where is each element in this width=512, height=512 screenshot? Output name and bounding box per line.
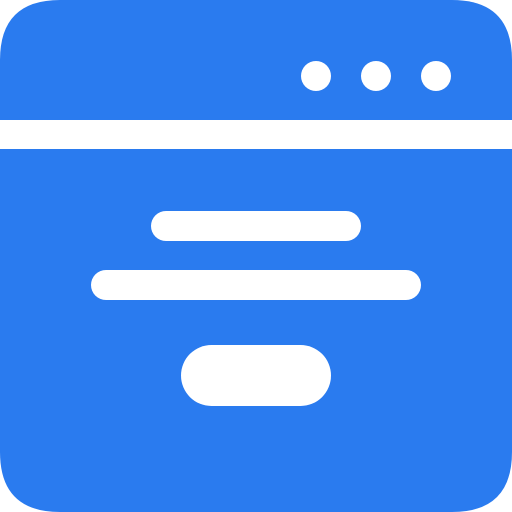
window-body-shape xyxy=(0,149,512,512)
content-button-shape xyxy=(181,345,331,406)
content-text-line-long xyxy=(91,270,421,300)
browser-window-icon xyxy=(0,0,512,512)
window-control-dot-3 xyxy=(421,61,451,91)
window-header-shape xyxy=(0,0,512,120)
browser-window-svg xyxy=(0,0,512,512)
content-text-line-short xyxy=(151,211,361,241)
window-control-dot-1 xyxy=(301,61,331,91)
window-control-dot-2 xyxy=(361,61,391,91)
